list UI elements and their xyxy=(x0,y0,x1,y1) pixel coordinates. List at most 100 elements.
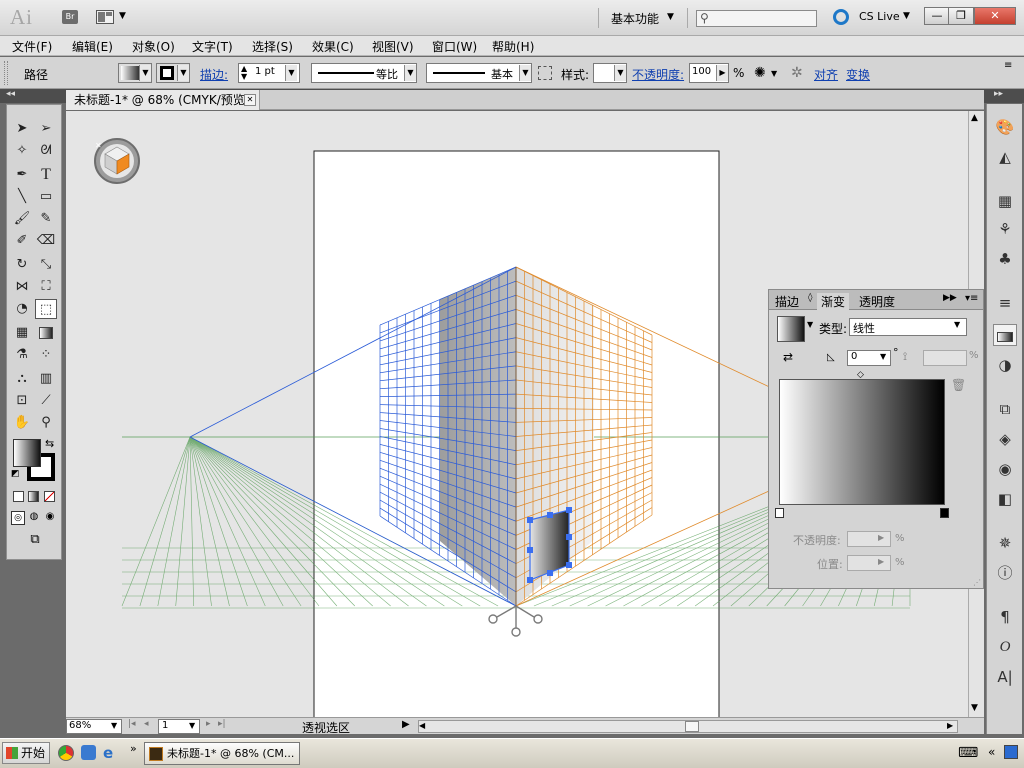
graphic-styles-icon[interactable]: ◉ xyxy=(993,458,1017,480)
horizontal-scrollbar[interactable]: ◀ ▶ xyxy=(418,720,958,733)
swap-icon[interactable]: ⇆ xyxy=(45,437,54,450)
cs-live-icon[interactable] xyxy=(833,9,849,25)
color-mode-icon[interactable] xyxy=(13,491,24,502)
aspect-ratio-field[interactable] xyxy=(923,350,967,366)
status-menu-icon[interactable]: ▶ xyxy=(402,719,410,730)
collapse-left-icon[interactable]: ◂◂ xyxy=(6,89,15,99)
chevron-down-icon[interactable]: ▼ xyxy=(880,352,886,361)
character-icon[interactable]: A| xyxy=(993,666,1017,688)
fill-swatch[interactable]: ▼ xyxy=(118,63,152,83)
draw-inside-icon[interactable]: ◉ xyxy=(43,511,57,525)
first-artboard-icon[interactable]: |◂ xyxy=(128,719,136,729)
direct-selection-tool-icon[interactable]: ➢ xyxy=(35,119,57,139)
chevron-down-icon[interactable]: ▼ xyxy=(771,69,777,78)
zoom-select[interactable]: 68% ▼ xyxy=(66,719,122,734)
next-artboard-icon[interactable]: ▸ xyxy=(206,719,211,729)
menu-help[interactable]: 帮助(H) xyxy=(492,38,534,55)
workspace-switcher[interactable]: 基本功能 xyxy=(611,10,659,27)
opacity-field[interactable]: 100 ▶ xyxy=(689,63,729,83)
collapse-right-icon[interactable]: ▸▸ xyxy=(994,89,1003,99)
menu-edit[interactable]: 编辑(E) xyxy=(72,38,113,55)
column-graph-tool-icon[interactable]: ▥ xyxy=(35,369,57,389)
color-guide-icon[interactable]: 🎨 xyxy=(993,116,1017,138)
recolor-artwork-icon[interactable]: ✺ xyxy=(754,65,766,81)
menu-view[interactable]: 视图(V) xyxy=(372,38,414,55)
line-tool-icon[interactable]: ╲ xyxy=(11,187,33,207)
gradient-mode-icon[interactable] xyxy=(28,491,39,502)
default-colors-icon[interactable]: ◩ xyxy=(11,469,20,479)
close-icon[interactable]: ✕ xyxy=(244,94,256,106)
document-tab[interactable]: 未标题-1* @ 68% (CMYK/预览) ✕ xyxy=(66,90,260,110)
opentype-icon[interactable]: O xyxy=(993,636,1017,658)
rotate-tool-icon[interactable]: ↻ xyxy=(11,255,33,275)
panel-menu-icon[interactable]: ≡ xyxy=(1004,60,1012,71)
chrome-icon[interactable] xyxy=(58,745,74,761)
color-panel-icon[interactable]: ◭ xyxy=(993,146,1017,168)
menu-type[interactable]: 文字(T) xyxy=(192,38,233,55)
gradient-type-select[interactable]: 线性 ▼ xyxy=(849,318,967,336)
tab-stroke[interactable]: 描边 xyxy=(775,293,799,310)
graphic-style-swatch[interactable]: ▼ xyxy=(593,63,627,83)
zoom-tool-icon[interactable]: ⚲ xyxy=(35,413,57,433)
brush-definition-select[interactable]: 基本 ▼ xyxy=(426,63,532,83)
gradient-stop-white[interactable] xyxy=(775,508,784,518)
keyboard-icon[interactable]: ⌨ xyxy=(958,745,978,761)
taskbar-illustrator-window[interactable]: 未标题-1* @ 68% (CM... xyxy=(144,742,300,765)
blend-tool-icon[interactable]: ⁘ xyxy=(35,345,57,365)
chevron-down-icon[interactable]: ▼ xyxy=(189,721,195,730)
panel-menu-icon[interactable]: ▾≡ xyxy=(965,293,978,304)
chevron-right-icon[interactable]: ▶ xyxy=(878,557,884,566)
angle-field[interactable]: 0 ▼ xyxy=(847,350,891,366)
opacity-link[interactable]: 不透明度: xyxy=(632,66,684,83)
shape-builder-tool-icon[interactable]: ◔ xyxy=(11,299,33,319)
app-icon[interactable] xyxy=(81,745,96,760)
draw-behind-icon[interactable]: ◍ xyxy=(27,511,41,525)
menu-select[interactable]: 选择(S) xyxy=(252,38,293,55)
stop-opacity-field[interactable]: ▶ xyxy=(847,531,891,547)
chevron-down-icon[interactable]: ▼ xyxy=(119,11,126,21)
paintbrush-tool-icon[interactable]: 🖌 xyxy=(11,209,33,229)
navigator-icon[interactable]: ✵ xyxy=(993,532,1017,554)
free-transform-tool-icon[interactable]: ⛶ xyxy=(35,277,57,297)
ie-icon[interactable]: e xyxy=(103,744,113,762)
menu-file[interactable]: 文件(F) xyxy=(12,38,52,55)
paragraph-icon[interactable]: ¶ xyxy=(993,606,1017,628)
layers-icon[interactable]: ◈ xyxy=(993,428,1017,450)
previous-artboard-icon[interactable]: ◂ xyxy=(144,719,149,729)
fill-color-swatch-front[interactable] xyxy=(13,439,41,467)
eraser-tool-icon[interactable]: ⌫ xyxy=(35,231,57,251)
stepper-icon[interactable]: ▲ ▼ xyxy=(241,65,247,81)
gradient-tool-icon[interactable] xyxy=(35,323,57,343)
pencil-tool-icon[interactable]: ✎ xyxy=(35,209,57,229)
menu-window[interactable]: 窗口(W) xyxy=(432,38,477,55)
scroll-up-icon[interactable]: ▲ xyxy=(971,113,978,123)
rectangle-tool-icon[interactable]: ▭ xyxy=(35,187,57,207)
menu-effect[interactable]: 效果(C) xyxy=(312,38,354,55)
reverse-gradient-icon[interactable]: ⇄ xyxy=(783,350,793,364)
appearance-icon[interactable]: ⧉ xyxy=(993,398,1017,420)
draw-normal-icon[interactable]: ◎ xyxy=(11,511,25,525)
stroke-link[interactable]: 描边: xyxy=(200,66,228,83)
perspective-selection-tool-icon[interactable]: ⬚ xyxy=(35,299,57,319)
artboard-tool-icon[interactable]: ⊡ xyxy=(11,391,33,411)
resize-grip[interactable]: ⋰ xyxy=(973,578,981,587)
tab-gradient[interactable]: 渐变 xyxy=(817,293,850,310)
blob-brush-tool-icon[interactable]: ✐ xyxy=(11,231,33,251)
close-button[interactable]: ✕ xyxy=(974,7,1016,25)
selection-tool-icon[interactable]: ➤ xyxy=(11,119,33,139)
chevron-down-icon[interactable]: ▼ xyxy=(807,320,813,329)
last-artboard-icon[interactable]: ▸| xyxy=(218,719,226,729)
tab-transparency[interactable]: 透明度 xyxy=(859,293,895,310)
mesh-tool-icon[interactable]: ▦ xyxy=(11,323,33,343)
gradient-preview-swatch[interactable] xyxy=(777,316,805,342)
hand-tool-icon[interactable]: ✋ xyxy=(11,413,33,433)
stroke-weight-field[interactable]: ▲ ▼ 1 pt ▼ xyxy=(238,63,300,83)
symbol-sprayer-tool-icon[interactable]: ⛬ xyxy=(11,369,33,389)
swatches-icon[interactable]: ▦ xyxy=(993,190,1017,212)
magic-wand-tool-icon[interactable]: ✧ xyxy=(11,141,33,161)
more-icon[interactable]: » xyxy=(130,742,137,755)
brushes-icon[interactable]: ⚘ xyxy=(993,218,1017,240)
chevron-down-icon[interactable]: ▼ xyxy=(954,320,960,329)
minimize-button[interactable]: — xyxy=(924,7,950,25)
network-icon[interactable] xyxy=(1004,745,1018,759)
